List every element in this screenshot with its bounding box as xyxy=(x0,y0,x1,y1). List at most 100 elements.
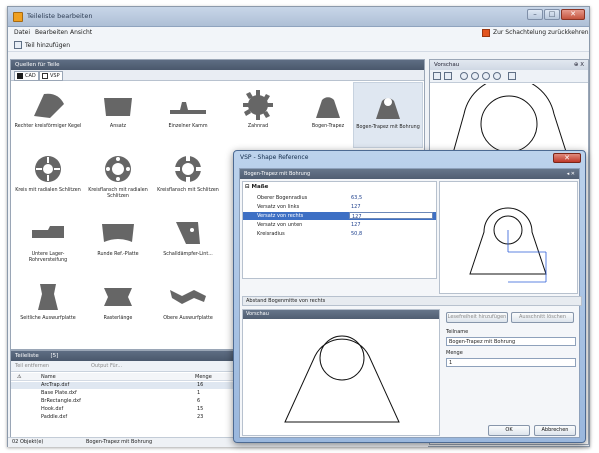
prop-row[interactable]: Versatz von links 127 xyxy=(243,203,436,211)
shape-preview: Vorschau xyxy=(242,309,440,436)
part-name-input[interactable]: Bogen-Trapez mit Bohrung xyxy=(446,337,576,346)
shape-preview-drawing xyxy=(284,335,400,423)
sources-header: Quellen für Teile xyxy=(11,60,424,70)
tile-zahnrad[interactable]: Zahnrad xyxy=(223,82,293,148)
toolbar: Teil hinzufügen Zur Schachtelung zurückk… xyxy=(8,29,589,52)
warning-icon: ⚠ xyxy=(17,374,22,380)
prop-row[interactable]: Kreisradius 50,8 xyxy=(243,230,436,238)
shape-reference-dialog: VSP - Shape Reference ✕ Bogen-Trapez mit… xyxy=(233,150,586,443)
grid-length-icon xyxy=(104,288,132,306)
preview-header: Vorschau ⊕ X xyxy=(430,60,588,70)
table-row[interactable]: Paddle.dxf 23 xyxy=(11,414,251,421)
tile-rasterlaenge[interactable]: Rasterlänge xyxy=(83,274,153,340)
cad-icon xyxy=(17,73,23,79)
col-qty[interactable]: Menge xyxy=(195,373,212,381)
prop-row[interactable]: Oberer Bogenradius 63,5 xyxy=(243,194,436,202)
property-header-close-icon[interactable]: ◂ ✕ xyxy=(567,169,575,179)
table-row[interactable]: Hook.dxf 15 xyxy=(11,406,251,413)
window-title: Teileliste bearbeiten xyxy=(27,12,93,20)
close-button[interactable]: ✕ xyxy=(561,9,585,20)
group-masse[interactable]: ⊟ Maße xyxy=(245,184,268,190)
zoom-out-icon[interactable] xyxy=(482,72,490,80)
status-objects: 02 Objekt(e) xyxy=(12,439,44,445)
zoom-in-icon[interactable] xyxy=(471,72,479,80)
dialog-close-button[interactable]: ✕ xyxy=(553,153,581,163)
part-name-label: Teilname xyxy=(446,329,469,335)
output-button[interactable]: Output Für... xyxy=(91,361,122,372)
property-grid: ⊟ Maße Oberer Bogenradius 63,5 Versatz v… xyxy=(242,181,437,279)
back-to-nesting-button[interactable]: Zur Schachtelung zurückkehren xyxy=(493,29,589,36)
app-icon xyxy=(13,12,23,22)
table-row[interactable]: ArcTrap.dxf 16 xyxy=(11,382,251,389)
maximize-button[interactable]: □ xyxy=(544,9,560,20)
menu-bearbeiten[interactable]: Bearbeiten xyxy=(35,29,68,36)
add-part-icon xyxy=(14,41,22,49)
tile-kreisflansch-radial[interactable]: Kreisflansch mit radialen Schlitzen xyxy=(83,146,153,212)
prop-value-input[interactable]: 127 xyxy=(349,212,433,220)
menu-datei[interactable]: Datei xyxy=(14,29,30,36)
back-icon xyxy=(482,29,490,37)
tile-bogen-trapez-bohrung[interactable]: Bogen-Trapez mit Bohrung xyxy=(353,82,423,148)
tile-runde-ref-platte[interactable]: Runde Ref.-Platte xyxy=(83,210,153,276)
tile-seitliche-auswurfplatte[interactable]: Seitliche Auswurfplatte xyxy=(13,274,83,340)
shape-preview-header: Vorschau xyxy=(243,310,439,319)
zoom-icon[interactable] xyxy=(460,72,468,80)
pan-tool-icon[interactable] xyxy=(444,72,452,80)
top-plate-icon xyxy=(170,290,206,304)
pipe-stiffener-icon xyxy=(32,226,64,238)
tile-ansatz[interactable]: Ansatz xyxy=(83,82,153,148)
dimension-preview xyxy=(439,181,578,294)
add-clearance-button[interactable]: Lesefreiheit hinzufügen xyxy=(446,312,508,323)
dimension-drawing xyxy=(469,207,547,283)
layers-icon[interactable] xyxy=(508,72,516,80)
tab-cad[interactable]: CAD xyxy=(14,71,39,81)
property-description: Abstand Bogenmitte von rechts xyxy=(242,296,582,306)
muffler-shape-icon xyxy=(176,222,200,244)
preview-toolbar xyxy=(430,70,588,83)
dialog-title: VSP - Shape Reference xyxy=(240,154,309,161)
tab-vsp[interactable]: VSP xyxy=(39,71,63,81)
flange-radial-icon xyxy=(105,156,131,182)
sources-tabs: CAD VSP xyxy=(11,70,424,81)
ansatz-shape-icon xyxy=(104,98,132,116)
tile-lager-rohr[interactable]: Untere Lager-Rohrversteifung xyxy=(13,210,83,276)
zoom-fit-icon[interactable] xyxy=(493,72,501,80)
tile-einzelner-kamm[interactable]: Einzelner Kamm xyxy=(153,82,223,148)
quantity-label: Menge xyxy=(446,350,463,356)
dialog-body: Bogen-Trapez mit Bohrung ◂ ✕ ⊟ Maße Ober… xyxy=(239,168,582,438)
prop-row-selected[interactable]: Versatz von rechts 127 xyxy=(243,212,436,220)
table-row[interactable]: Base Plate.dxf 1 xyxy=(11,390,251,397)
remove-part-button[interactable]: Teil entfernen xyxy=(15,361,49,372)
tile-kreis-schlitze[interactable]: Kreis mit radialen Schlitzen xyxy=(13,146,83,212)
slotted-circle-icon xyxy=(35,156,61,182)
menu-ansicht[interactable]: Ansicht xyxy=(70,29,92,36)
cone-shape-icon xyxy=(34,93,64,118)
arc-trapezoid-hole-icon xyxy=(376,98,400,119)
prop-row[interactable]: Versatz von unten 127 xyxy=(243,221,436,229)
cancel-button[interactable]: Abbrechen xyxy=(534,425,576,436)
quantity-input[interactable]: 1 xyxy=(446,358,576,367)
side-plate-icon xyxy=(38,284,58,310)
select-tool-icon[interactable] xyxy=(433,72,441,80)
tile-obere-auswurfplatte[interactable]: Obere Auswurfplatte xyxy=(153,274,223,340)
flange-slots-icon xyxy=(175,156,201,182)
tile-kreisflansch-schlitze[interactable]: Kreisflansch mit Schlitzen xyxy=(153,146,223,212)
status-selected: Bogen-Trapez mit Bohrung xyxy=(86,439,153,445)
add-part-button[interactable]: Teil hinzufügen xyxy=(25,42,70,49)
tile-schalldaempfer[interactable]: Schalldämpfer-Lint... xyxy=(153,210,223,276)
gear-shape-icon xyxy=(243,90,273,120)
ok-button[interactable]: OK xyxy=(488,425,530,436)
title-bar: Teileliste bearbeiten – □ ✕ xyxy=(8,7,589,27)
parts-table-header: ⚠ Name Menge xyxy=(11,373,251,381)
table-row[interactable]: BrRectangle.dxf 6 xyxy=(11,398,251,405)
col-name[interactable]: Name xyxy=(41,373,56,381)
preview-pin-close[interactable]: ⊕ X xyxy=(574,60,584,70)
arc-trapezoid-icon xyxy=(316,97,340,118)
minimize-button[interactable]: – xyxy=(527,9,543,20)
round-plate-icon xyxy=(102,224,134,242)
comb-shape-icon xyxy=(170,102,206,114)
vsp-icon xyxy=(42,73,48,79)
tile-rechter-kegel[interactable]: Rechter kreisförmiger Kegel xyxy=(13,82,83,148)
clear-cutout-button[interactable]: Ausschnitt löschen xyxy=(511,312,574,323)
property-header: Bogen-Trapez mit Bohrung ◂ ✕ xyxy=(240,169,579,179)
